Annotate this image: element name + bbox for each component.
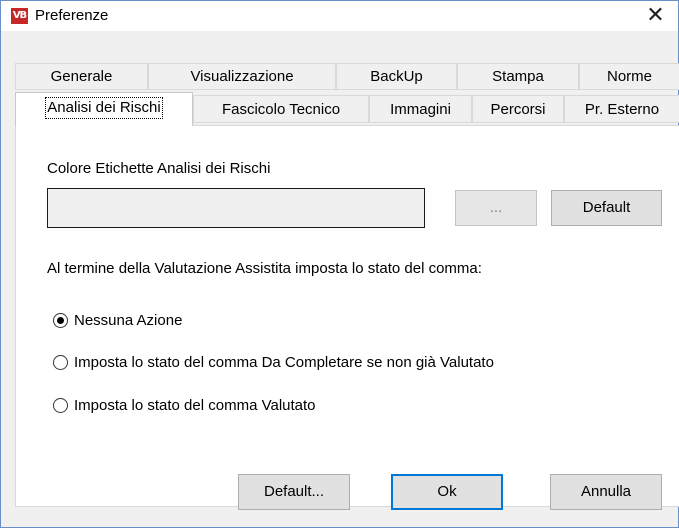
radio-label: Imposta lo stato del comma Valutato bbox=[74, 397, 316, 414]
tab-visualizzazione[interactable]: Visualizzazione bbox=[148, 63, 336, 90]
radio-button[interactable] bbox=[53, 355, 68, 370]
default-color-button[interactable]: Default bbox=[551, 190, 662, 226]
radio-button[interactable] bbox=[53, 313, 68, 328]
tab-backup[interactable]: BackUp bbox=[336, 63, 457, 90]
window-title: Preferenze bbox=[35, 7, 109, 24]
default-button[interactable]: Default... bbox=[238, 474, 350, 510]
cancel-button[interactable]: Annulla bbox=[550, 474, 662, 510]
assist-label: Al termine della Valutazione Assistita i… bbox=[47, 260, 482, 277]
browse-color-button[interactable]: ... bbox=[455, 190, 537, 226]
tab-stampa[interactable]: Stampa bbox=[457, 63, 579, 90]
tab-fascicolo-tecnico[interactable]: Fascicolo Tecnico bbox=[193, 95, 369, 123]
radio-label: Nessuna Azione bbox=[74, 312, 183, 329]
tab-immagini[interactable]: Immagini bbox=[369, 95, 472, 123]
tab-generale[interactable]: Generale bbox=[15, 63, 148, 90]
close-icon[interactable]: ✕ bbox=[633, 1, 678, 31]
tab-analisi-dei-rischi[interactable]: Analisi dei Rischi bbox=[15, 92, 193, 126]
color-preview-box bbox=[47, 188, 425, 228]
tab-pr-esterno[interactable]: Pr. Esterno bbox=[564, 95, 679, 123]
radio-label: Imposta lo stato del comma Da Completare… bbox=[74, 354, 494, 371]
color-label: Colore Etichette Analisi dei Rischi bbox=[47, 160, 271, 177]
radio-button[interactable] bbox=[53, 398, 68, 413]
app-icon: VB bbox=[11, 8, 28, 24]
title-bar[interactable]: VB Preferenze ✕ bbox=[1, 1, 678, 31]
preferences-dialog: VB Preferenze ✕ Generale Visualizzazione… bbox=[0, 0, 679, 528]
tab-norme[interactable]: Norme bbox=[579, 63, 679, 90]
tab-percorsi[interactable]: Percorsi bbox=[472, 95, 564, 123]
ok-button[interactable]: Ok bbox=[391, 474, 503, 510]
